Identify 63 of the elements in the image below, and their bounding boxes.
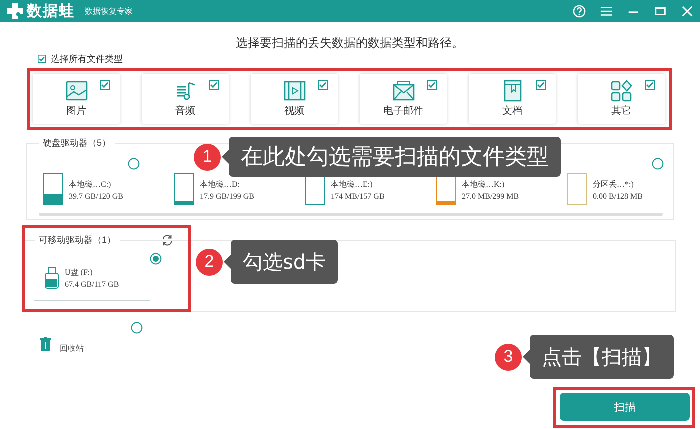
- drive-usage: 39.7 GB/120 GB: [69, 191, 124, 203]
- file-type-card[interactable]: 电子邮件: [360, 74, 447, 124]
- checkbox[interactable]: [645, 80, 655, 90]
- checkbox[interactable]: [427, 80, 437, 90]
- checkbox[interactable]: [100, 80, 110, 90]
- help-icon[interactable]: [573, 4, 586, 18]
- file-type-card[interactable]: 其它: [578, 74, 665, 124]
- hard-drive-icon: [174, 173, 194, 205]
- maximize-icon[interactable]: [654, 4, 667, 18]
- drive-name: 分区丢…*:): [593, 179, 635, 191]
- section-title: 硬盘驱动器（5）: [39, 137, 116, 149]
- shapes-icon: [610, 79, 634, 103]
- step-number-badge: 1: [194, 144, 221, 170]
- recycle-bin-label: 回收站: [60, 343, 84, 354]
- drive-name: 本地磁…D:: [200, 179, 241, 191]
- drive-usage: 27.0 MB/299 MB: [462, 191, 520, 203]
- file-type-label: 其它: [612, 106, 632, 118]
- annotation-tooltip: 在此处勾选需要扫描的文件类型: [222, 137, 561, 177]
- checkbox[interactable]: [536, 80, 546, 90]
- radio-button[interactable]: [652, 158, 664, 170]
- file-type-card[interactable]: 视频: [251, 74, 338, 124]
- checkbox[interactable]: [318, 80, 328, 90]
- menu-icon[interactable]: [600, 4, 613, 18]
- drive-name: 本地磁…C:): [69, 179, 112, 191]
- instruction-heading: 选择要扫描的丢失数据的数据类型和路径。: [235, 35, 465, 52]
- close-icon[interactable]: [681, 4, 694, 18]
- app-subtitle: 数据恢复专家: [85, 6, 133, 16]
- annotation-tooltip: 勾选sd卡: [224, 240, 338, 284]
- file-type-label: 电子邮件: [384, 106, 424, 118]
- file-type-label: 音频: [176, 106, 196, 118]
- drive-usage: 67.4 GB/117 GB: [65, 279, 120, 291]
- drive-name: U盘 (F:): [65, 267, 94, 279]
- annotation-tooltip: 点击【扫描】: [523, 335, 674, 379]
- file-type-card[interactable]: 图片: [33, 74, 120, 124]
- file-type-card[interactable]: 音频: [142, 74, 229, 124]
- app-name: 数据蛙: [27, 2, 75, 20]
- checkbox[interactable]: [209, 80, 219, 90]
- image-icon: [64, 79, 88, 103]
- step-number-badge: 3: [495, 344, 522, 370]
- file-type-label: 文档: [502, 106, 522, 118]
- envelope-icon: [392, 79, 416, 103]
- radio-button[interactable]: [128, 158, 140, 170]
- drive-name: 本地磁…K:): [462, 179, 506, 191]
- drive-name: 本地磁…E:): [331, 179, 374, 191]
- drive-usage: 174 MB/157 GB: [331, 191, 385, 203]
- trash-icon: [40, 337, 51, 351]
- refresh-icon[interactable]: [161, 234, 174, 247]
- drive-usage: 0.00 B/128 MB: [593, 191, 644, 203]
- usb-drive-icon: [45, 267, 59, 289]
- select-all-label: 选择所有文件类型: [51, 52, 123, 66]
- checkbox[interactable]: [38, 55, 46, 63]
- file-type-label: 图片: [66, 106, 86, 118]
- drive-usage: 17.9 GB/199 GB: [200, 191, 254, 203]
- scroll-bar[interactable]: [39, 213, 663, 216]
- hard-drive-icon: [567, 173, 587, 205]
- step-number-badge: 2: [196, 248, 223, 276]
- radio-button[interactable]: [150, 253, 162, 265]
- section-title: 可移动驱动器（1）: [35, 234, 120, 246]
- hard-drive-icon: [43, 173, 63, 205]
- file-type-card[interactable]: 文档: [469, 74, 556, 124]
- radio-button[interactable]: [131, 322, 143, 334]
- film-icon: [282, 79, 306, 103]
- file-type-label: 视频: [284, 106, 304, 118]
